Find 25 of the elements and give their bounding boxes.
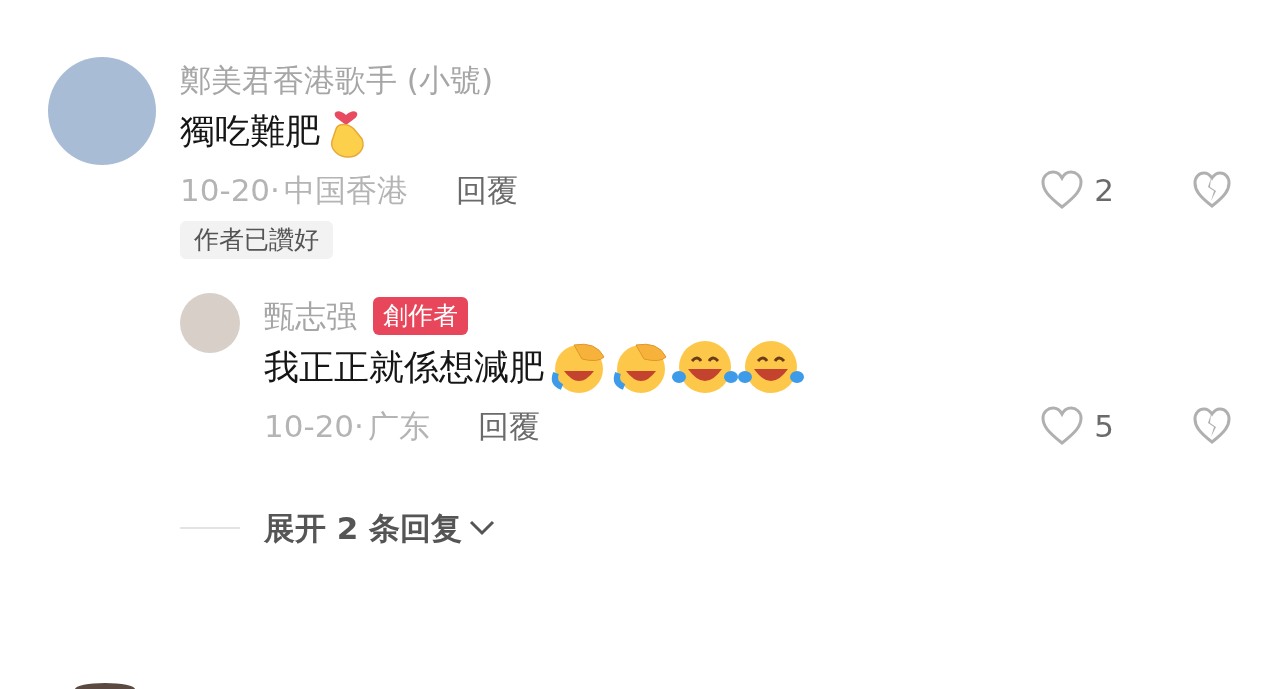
broken-heart-icon: [1192, 407, 1232, 445]
heart-icon: [1040, 170, 1085, 210]
comment-date: 10-20·: [180, 171, 280, 210]
comment-text: 獨吃難肥: [180, 110, 320, 153]
dislike-button[interactable]: [1192, 171, 1232, 209]
creator-badge: 創作者: [373, 297, 468, 335]
reply-button[interactable]: 回覆: [477, 403, 540, 449]
like-button[interactable]: 2: [1040, 167, 1114, 213]
comment-date: 10-20·: [264, 407, 364, 446]
heart-icon: [1040, 406, 1085, 446]
like-button[interactable]: 5: [1040, 403, 1114, 449]
comment-text: 我正正就係想減肥: [264, 346, 544, 389]
comment-location: 广东: [367, 407, 430, 446]
tears-of-joy-emoji-icon: [672, 339, 738, 395]
reply-button[interactable]: 回覆: [455, 167, 518, 213]
like-count: 5: [1094, 407, 1114, 446]
like-count: 2: [1094, 171, 1114, 210]
dislike-button[interactable]: [1192, 407, 1232, 445]
comment-location: 中国香港: [283, 171, 408, 210]
expand-replies-button[interactable]: 展开 2 条回复: [264, 505, 497, 552]
author-liked-tag: 作者已讚好: [180, 221, 333, 259]
avatar-photo-placeholder[interactable]: [75, 683, 135, 689]
chevron-down-icon: [468, 519, 497, 538]
tears-of-joy-emoji-icon: [738, 339, 804, 395]
broken-heart-icon: [1192, 171, 1232, 209]
